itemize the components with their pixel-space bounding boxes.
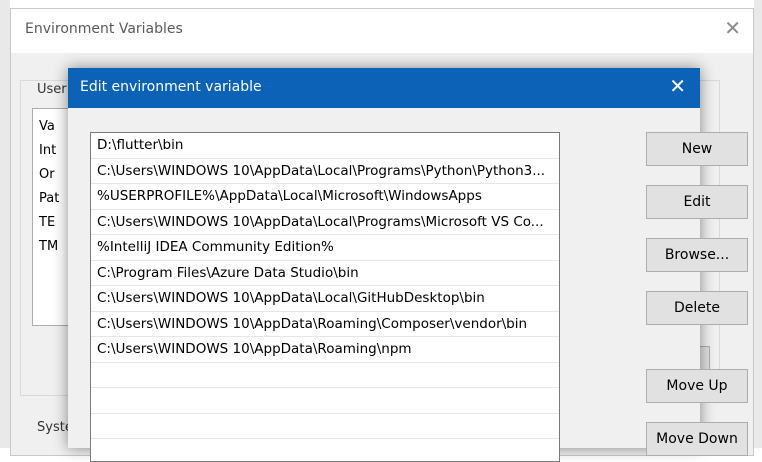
edit-environment-variable-dialog: Edit environment variable ✕ D:\flutter\b…	[68, 68, 748, 462]
background-window-edge-right	[754, 0, 762, 448]
outer-titlebar: Environment Variables ✕	[11, 9, 753, 53]
user-variables-label: User	[37, 82, 67, 97]
list-item[interactable]: TM	[39, 239, 58, 254]
list-item[interactable]: %USERPROFILE%\AppData\Local\Microsoft\Wi…	[91, 184, 559, 210]
delete-button[interactable]: Delete	[646, 291, 748, 325]
browse-button[interactable]: Browse...	[646, 238, 748, 272]
list-item[interactable]: D:\flutter\bin	[91, 133, 559, 159]
list-item[interactable]: C:\Users\WINDOWS 10\AppData\Local\Progra…	[91, 159, 559, 184]
list-item[interactable]: %IntelliJ IDEA Community Edition%	[91, 235, 559, 261]
close-icon[interactable]: ✕	[724, 18, 741, 38]
list-item-empty[interactable]: .	[91, 363, 559, 388]
list-item-empty[interactable]: .	[91, 414, 559, 439]
list-item-empty[interactable]: .	[91, 439, 559, 461]
move-down-button[interactable]: Move Down	[646, 422, 748, 456]
list-item-empty[interactable]: .	[91, 388, 559, 414]
background-window-edge-left	[0, 0, 10, 448]
move-up-button[interactable]: Move Up	[646, 369, 748, 403]
list-item[interactable]: C:\Program Files\Azure Data Studio\bin	[91, 261, 559, 286]
list-item[interactable]: C:\Users\WINDOWS 10\AppData\Roaming\Comp…	[91, 312, 559, 337]
outer-window-title: Environment Variables	[25, 21, 183, 37]
list-item[interactable]: C:\Users\WINDOWS 10\AppData\Local\GitHub…	[91, 286, 559, 312]
list-item[interactable]: Int	[39, 143, 56, 158]
list-item[interactable]: Or	[39, 167, 55, 182]
close-icon[interactable]: ✕	[669, 75, 686, 97]
list-item[interactable]: C:\Users\WINDOWS 10\AppData\Local\Progra…	[91, 210, 559, 235]
dialog-titlebar: Edit environment variable ✕	[68, 68, 700, 108]
list-item[interactable]: C:\Users\WINDOWS 10\AppData\Roaming\npm	[91, 337, 559, 363]
new-button[interactable]: New	[646, 132, 748, 166]
dialog-title: Edit environment variable	[80, 79, 262, 95]
list-item[interactable]: TE	[39, 215, 55, 230]
path-entries-list[interactable]: D:\flutter\bin C:\Users\WINDOWS 10\AppDa…	[90, 132, 560, 462]
edit-button[interactable]: Edit	[646, 185, 748, 219]
list-item[interactable]: Pat	[39, 191, 59, 206]
list-item[interactable]: Va	[39, 119, 55, 134]
